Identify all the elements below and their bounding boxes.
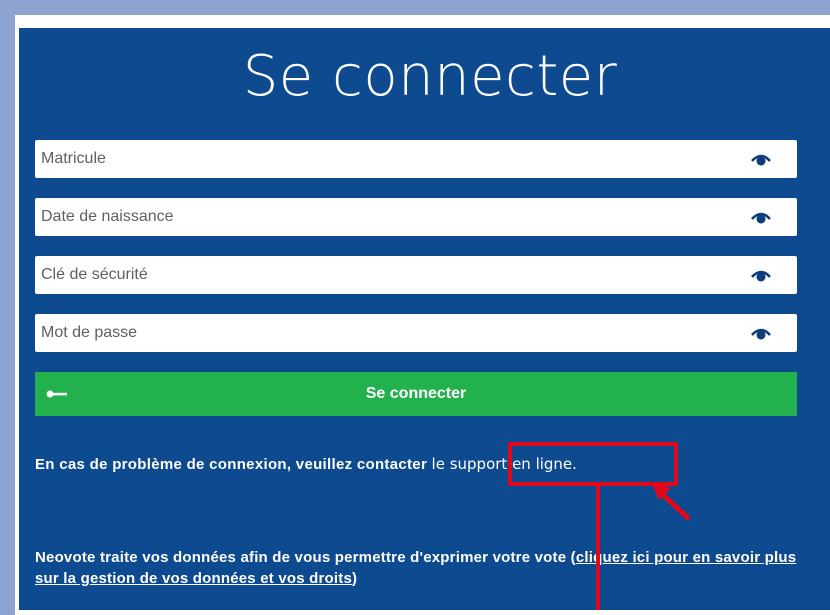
matricule-input[interactable] [35,140,735,178]
birthdate-field[interactable] [35,198,797,236]
eye-icon[interactable] [751,268,771,282]
help-message: En cas de problème de connexion, veuille… [35,456,432,473]
help-text: En cas de problème de connexion, veuille… [35,455,577,473]
login-button[interactable]: Se connecter [35,372,797,416]
login-button-label: Se connecter [365,385,467,402]
page-title: Se connecter [242,44,618,109]
birthdate-input[interactable] [35,198,735,236]
privacy-message: Neovote traite vos données afin de vous … [35,549,576,566]
privacy-notice: Neovote traite vos données afin de vous … [35,547,805,589]
annotation-arrow-icon [651,482,691,521]
security-key-input[interactable] [35,256,735,294]
matricule-field[interactable] [35,140,797,178]
password-input[interactable] [35,314,735,352]
eye-icon[interactable] [751,152,771,166]
eye-icon[interactable] [751,210,771,224]
annotation-line [596,486,600,610]
password-field[interactable] [35,314,797,352]
security-key-field[interactable] [35,256,797,294]
eye-icon[interactable] [751,326,771,340]
privacy-suffix: ) [352,570,358,587]
